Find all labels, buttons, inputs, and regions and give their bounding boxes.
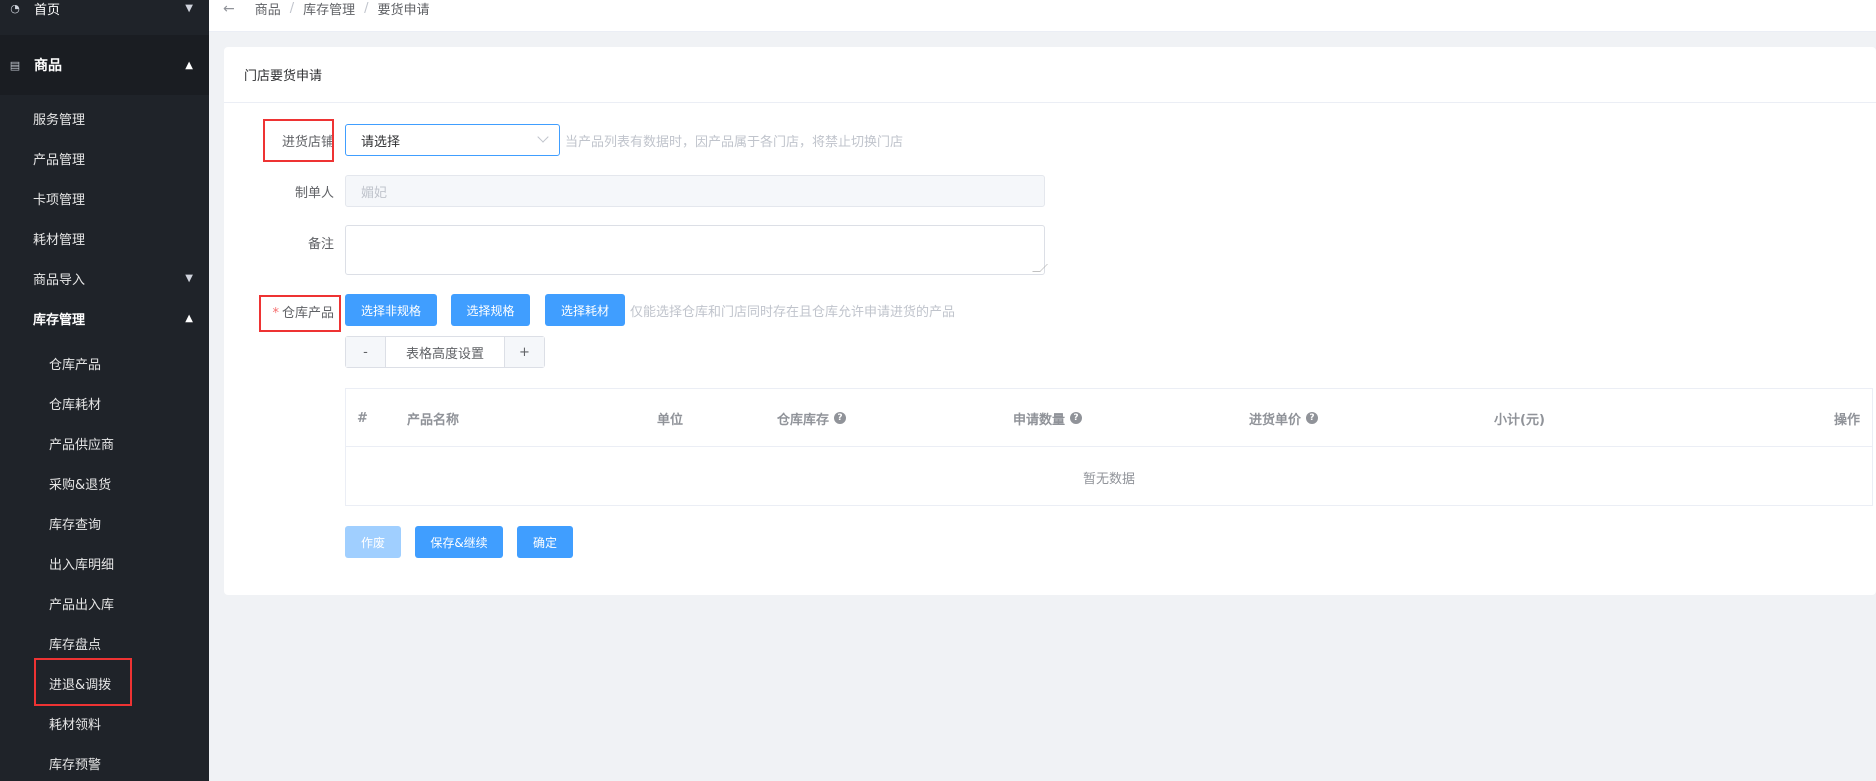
stepper-plus-button[interactable]: + xyxy=(504,337,544,367)
document-icon: ▤ xyxy=(9,58,21,72)
nav-home[interactable]: ◔ 首页 ▼ xyxy=(0,0,209,21)
stepper-label: 表格高度设置 xyxy=(405,346,484,362)
maker-value: 媚妃 xyxy=(361,185,388,201)
sidebar-item-consumable[interactable]: 耗材管理 xyxy=(0,218,209,258)
sidebar: ◔ 首页 ▼ ▤ 商品 ▲ 服务管理 产品管理 卡项管理 耗材管理 商品导入 ▼… xyxy=(0,0,209,781)
sidebar-item-label: 库存管理 xyxy=(33,312,86,328)
sidebar-subitem-label: 仓库耗材 xyxy=(49,397,102,413)
sidebar-item-label: 耗材管理 xyxy=(33,232,86,248)
products-hint: 仅能选择仓库和门店同时存在且仓库允许申请进货的产品 xyxy=(630,305,956,320)
sidebar-item-import[interactable]: 商品导入 ▼ xyxy=(0,258,209,298)
breadcrumb-item-current: 要货申请 xyxy=(377,3,430,18)
question-icon[interactable]: ? xyxy=(1070,412,1083,424)
chevron-down-icon: ▼ xyxy=(185,272,193,284)
column-header-name: 产品名称 xyxy=(407,412,460,428)
column-header-stock-label: 仓库库存 xyxy=(777,412,830,428)
confirm-button[interactable]: 确定 xyxy=(517,526,573,558)
chevron-up-icon: ▲ xyxy=(185,59,193,71)
sidebar-subitem-label: 产品出入库 xyxy=(49,597,115,613)
nav-group-goods[interactable]: ▤ 商品 ▲ xyxy=(0,35,209,95)
sidebar-subitem-label: 库存盘点 xyxy=(49,637,102,653)
store-select-value: 请选择 xyxy=(361,134,401,150)
remark-textarea[interactable] xyxy=(345,225,1048,275)
sidebar-item-card[interactable]: 卡项管理 xyxy=(0,178,209,218)
sidebar-subitem-label: 库存查询 xyxy=(49,517,102,533)
breadcrumb-item[interactable]: 库存管理 xyxy=(303,0,355,18)
select-non-spec-button[interactable]: 选择非规格 xyxy=(345,294,437,326)
sidebar-item-label: 卡项管理 xyxy=(33,192,86,208)
highlight-box xyxy=(263,119,334,162)
breadcrumb: 商品 / 库存管理 / 要货申请 xyxy=(255,0,430,18)
sidebar-item-product[interactable]: 产品管理 xyxy=(0,138,209,178)
sidebar-subitem-label: 耗材领料 xyxy=(49,717,102,733)
chevron-down-icon xyxy=(537,131,549,143)
sidebar-subitem-label: 仓库产品 xyxy=(49,357,102,373)
sidebar-subitem-supplier[interactable]: 产品供应商 xyxy=(0,423,209,463)
select-spec-button[interactable]: 选择规格 xyxy=(451,294,530,326)
highlight-box xyxy=(34,658,132,706)
nav-group-goods-label: 商品 xyxy=(34,58,62,74)
sidebar-subitem-product-inout[interactable]: 产品出入库 xyxy=(0,583,209,623)
sidebar-item-label: 服务管理 xyxy=(33,112,86,128)
sidebar-subitem-stocktake[interactable]: 库存盘点 xyxy=(0,623,209,663)
select-consumable-button[interactable]: 选择耗材 xyxy=(545,294,625,326)
sidebar-item-service[interactable]: 服务管理 xyxy=(0,98,209,138)
sidebar-item-label: 商品导入 xyxy=(33,272,86,288)
column-header-unit: 单位 xyxy=(657,412,684,428)
highlight-box xyxy=(259,295,341,332)
question-icon[interactable]: ? xyxy=(834,412,847,424)
sidebar-subitem-label: 库存预警 xyxy=(49,757,102,773)
back-arrow-icon[interactable]: ← xyxy=(223,1,235,17)
save-continue-button[interactable]: 保存&继续 xyxy=(415,526,503,558)
column-header-index: # xyxy=(357,410,368,426)
sidebar-item-label: 产品管理 xyxy=(33,152,86,168)
sidebar-subitem-warehouse-consumable[interactable]: 仓库耗材 xyxy=(0,383,209,423)
card-header: 门店要货申请 xyxy=(224,47,1876,103)
void-button[interactable]: 作废 xyxy=(345,526,401,558)
column-header-stock: 仓库库存? xyxy=(777,389,847,447)
column-header-quantity-label: 申请数量 xyxy=(1013,412,1066,428)
column-header-quantity: 申请数量? xyxy=(1013,389,1083,447)
sidebar-subitem-inout-detail[interactable]: 出入库明细 xyxy=(0,543,209,583)
stepper-minus-button[interactable]: - xyxy=(346,337,386,367)
chevron-down-icon: ▼ xyxy=(185,2,193,14)
store-hint: 当产品列表有数据时，因产品属于各门店，将禁止切换门店 xyxy=(565,135,904,150)
card-title: 门店要货申请 xyxy=(244,69,323,84)
question-icon[interactable]: ? xyxy=(1306,412,1319,424)
store-select[interactable]: 请选择 xyxy=(345,124,560,156)
sidebar-subitem-warehouse-product[interactable]: 仓库产品 xyxy=(0,343,209,383)
sidebar-subitem-stock-query[interactable]: 库存查询 xyxy=(0,503,209,543)
table-empty-text: 暂无数据 xyxy=(1082,471,1135,487)
nav-home-label: 首页 xyxy=(34,2,61,18)
column-header-actions: 操作 xyxy=(1834,412,1861,428)
table-height-stepper: - 表格高度设置 + xyxy=(345,336,545,368)
breadcrumb-separator: / xyxy=(364,1,369,16)
column-header-subtotal: 小计(元) xyxy=(1494,412,1545,428)
topbar: ← 商品 / 库存管理 / 要货申请 xyxy=(209,0,1876,32)
maker-label: 制单人 xyxy=(294,186,334,201)
maker-field: 媚妃 xyxy=(345,175,1045,207)
product-table: # 产品名称 单位 仓库库存? 申请数量? 进货单价? 小计(元) 操作 暂无数… xyxy=(345,388,1873,506)
remark-label: 备注 xyxy=(307,237,334,252)
sidebar-subitem-label: 采购&退货 xyxy=(49,477,112,493)
chevron-up-icon: ▲ xyxy=(185,312,193,324)
column-header-price: 进货单价? xyxy=(1249,389,1319,447)
dashboard-icon: ◔ xyxy=(10,1,20,15)
sidebar-subitem-label: 出入库明细 xyxy=(49,557,115,573)
table-header: # 产品名称 单位 仓库库存? 申请数量? 进货单价? 小计(元) 操作 xyxy=(346,389,1872,447)
sidebar-subitem-label: 产品供应商 xyxy=(49,437,115,453)
sidebar-subitem-consumable-pick[interactable]: 耗材领料 xyxy=(0,703,209,743)
column-header-price-label: 进货单价 xyxy=(1249,412,1302,428)
breadcrumb-separator: / xyxy=(289,1,295,16)
sidebar-subitem-purchase-return[interactable]: 采购&退货 xyxy=(0,463,209,503)
breadcrumb-item[interactable]: 商品 xyxy=(255,0,281,18)
sidebar-subitem-stock-alert[interactable]: 库存预警 xyxy=(0,743,209,781)
sidebar-item-inventory[interactable]: 库存管理 ▲ xyxy=(0,298,209,338)
